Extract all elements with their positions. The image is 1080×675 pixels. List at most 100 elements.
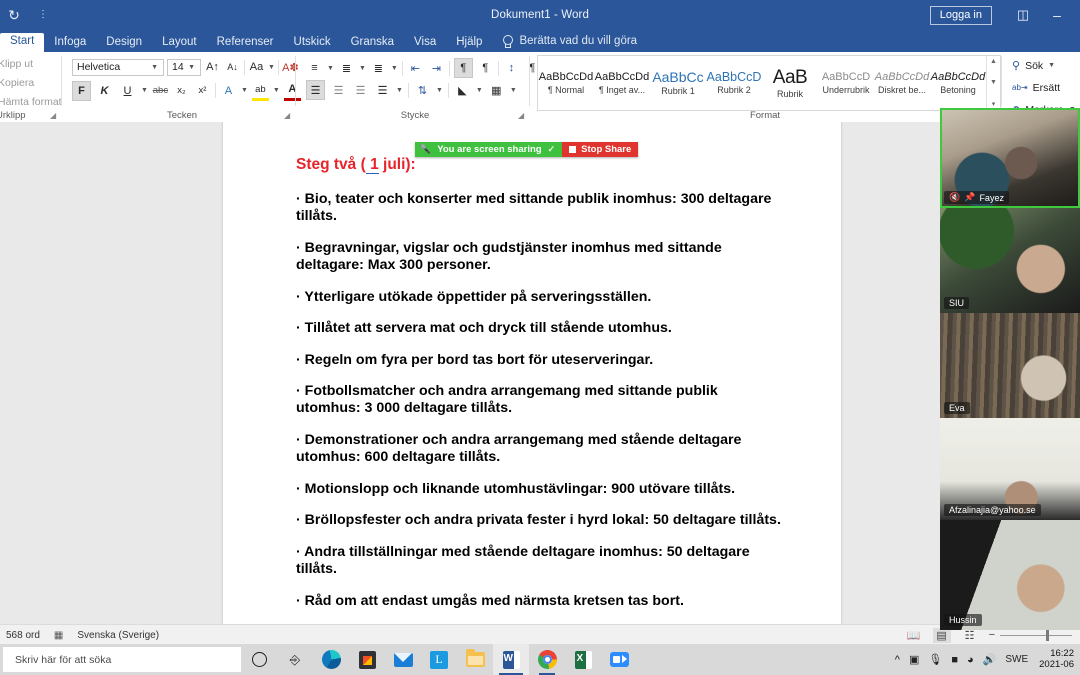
minimize-icon[interactable]: –: [1040, 0, 1074, 30]
video-tile-afzalinajia[interactable]: Afzalinajia@yahoo.se: [940, 418, 1080, 520]
decrease-indent-icon[interactable]: ⇤: [407, 59, 424, 77]
video-tile-siu[interactable]: SIU: [940, 208, 1080, 313]
chevron-down-icon[interactable]: ▼: [268, 64, 275, 71]
input-language-label[interactable]: SWE: [1005, 654, 1028, 665]
language-label[interactable]: Svenska (Sverige): [77, 630, 159, 641]
file-explorer-icon[interactable]: [457, 644, 493, 675]
microphone-icon[interactable]: 🎙: [928, 653, 942, 666]
shrink-font-icon[interactable]: A↓: [224, 58, 241, 76]
show-hidden-icons-chevron[interactable]: ^: [895, 654, 900, 666]
subscript-button[interactable]: x₂: [173, 82, 190, 100]
chevron-down-icon[interactable]: ▼: [241, 87, 248, 94]
text-effects-icon[interactable]: A: [220, 82, 237, 100]
text-highlight-icon[interactable]: ab: [251, 80, 269, 101]
tab-granska[interactable]: Granska: [341, 34, 404, 53]
bullets-icon[interactable]: ≡: [306, 59, 323, 77]
tab-infoga[interactable]: Infoga: [44, 34, 96, 53]
ribbon-display-options-icon[interactable]: ◫: [1006, 0, 1040, 30]
video-tile-eva[interactable]: Eva: [940, 313, 1080, 418]
find-button[interactable]: ⚲ Sök ▼: [1012, 57, 1076, 74]
video-tile-hussin[interactable]: Hussin: [940, 520, 1080, 630]
multilevel-list-icon[interactable]: ≣: [370, 59, 387, 77]
chevron-down-icon[interactable]: ▼: [141, 87, 148, 94]
zoom-out-button[interactable]: −: [989, 629, 995, 641]
document-area[interactable]: Steg två ( 1 juli): · Bio, teater och ko…: [0, 122, 1080, 624]
tab-utskick[interactable]: Utskick: [284, 34, 341, 53]
chevron-down-icon[interactable]: ▼: [436, 87, 443, 94]
proofing-errors-icon[interactable]: ▦: [54, 630, 63, 641]
excel-icon[interactable]: [565, 644, 601, 675]
video-tile-fayez[interactable]: 🔇 📌 Fayez: [940, 108, 1080, 208]
change-case-icon[interactable]: Aa: [248, 58, 265, 76]
style-normal[interactable]: AaBbCcDd ¶ Normal: [538, 56, 594, 110]
styles-gallery[interactable]: AaBbCcDd ¶ Normal AaBbCcDd ¶ Inget av...…: [537, 55, 1001, 111]
wifi-icon[interactable]: ◕: [967, 654, 974, 666]
justify-icon[interactable]: ☰: [374, 81, 391, 99]
zoom-icon[interactable]: [601, 644, 637, 675]
tab-visa[interactable]: Visa: [404, 34, 446, 53]
cortana-circle-icon[interactable]: [241, 644, 277, 675]
document-page[interactable]: Steg två ( 1 juli): · Bio, teater och ko…: [223, 122, 841, 624]
format-painter-button[interactable]: Hämta format: [0, 96, 62, 108]
font-dialog-launcher[interactable]: ◢: [284, 111, 293, 120]
clock[interactable]: 16:22 2021-06: [1037, 648, 1074, 671]
sign-in-button[interactable]: Logga in: [929, 5, 992, 25]
style-title[interactable]: AaB Rubrik: [762, 56, 818, 110]
style-emphasis[interactable]: AaBbCcDd Betoning: [930, 56, 986, 110]
styles-scroll-controls[interactable]: ▲ ▼ ▾: [986, 56, 1000, 110]
chevron-down-icon[interactable]: ▼: [1048, 62, 1055, 69]
zoom-thumb[interactable]: [1046, 629, 1049, 641]
tab-design[interactable]: Design: [96, 34, 152, 53]
style-heading-1[interactable]: AaBbCc Rubrik 1: [650, 56, 706, 110]
style-no-spacing[interactable]: AaBbCcDd ¶ Inget av...: [594, 56, 650, 110]
font-color-icon[interactable]: A: [283, 80, 301, 101]
word-icon[interactable]: [493, 644, 529, 675]
task-view-icon[interactable]: ⎆: [277, 644, 313, 675]
microsoft-store-icon[interactable]: [349, 644, 385, 675]
chevron-down-icon[interactable]: ▼: [510, 87, 517, 94]
styles-scroll-down-icon[interactable]: ▼: [987, 78, 1000, 87]
bold-button[interactable]: F: [72, 80, 91, 101]
align-center-icon[interactable]: ☰: [330, 81, 347, 99]
strikethrough-button[interactable]: abc: [152, 82, 169, 100]
document-body[interactable]: Steg två ( 1 juli): · Bio, teater och ko…: [296, 156, 786, 624]
clear-formatting-icon[interactable]: A✽: [282, 58, 299, 76]
replace-button[interactable]: ab⇥ Ersätt: [1012, 79, 1076, 96]
style-subtle-emphasis[interactable]: AaBbCcDd Diskret be...: [874, 56, 930, 110]
tab-start[interactable]: Start: [0, 32, 45, 52]
webcam-icon[interactable]: ▣: [909, 653, 919, 666]
search-input[interactable]: Skriv här för att söka: [3, 647, 241, 672]
increase-indent-icon[interactable]: ⇥: [428, 59, 445, 77]
align-left-icon[interactable]: ☰: [306, 80, 325, 100]
linkedin-app-icon[interactable]: L: [421, 644, 457, 675]
font-name-combobox[interactable]: Helvetica ▼: [72, 58, 164, 76]
tab-layout[interactable]: Layout: [152, 34, 207, 53]
chevron-down-icon[interactable]: ▼: [396, 87, 403, 94]
font-size-combobox[interactable]: 14 ▼: [167, 58, 201, 76]
chevron-down-icon[interactable]: ▼: [391, 65, 398, 72]
volume-icon[interactable]: 🔊: [983, 653, 997, 666]
chrome-icon[interactable]: [529, 644, 565, 675]
clipboard-dialog-launcher[interactable]: ◢: [50, 111, 59, 120]
grow-font-icon[interactable]: A↑: [204, 58, 221, 76]
sort-icon[interactable]: ↕: [503, 59, 520, 77]
battery-icon[interactable]: ■: [951, 654, 958, 666]
styles-scroll-up-icon[interactable]: ▲: [987, 57, 1000, 66]
read-mode-icon[interactable]: 📖: [905, 628, 923, 643]
italic-button[interactable]: K: [95, 81, 114, 101]
cut-button[interactable]: Klipp ut: [0, 58, 62, 70]
edge-icon[interactable]: [313, 644, 349, 675]
mail-icon[interactable]: [385, 644, 421, 675]
line-spacing-icon[interactable]: ⇅: [414, 81, 431, 99]
style-heading-2[interactable]: AaBbCcD Rubrik 2: [706, 56, 762, 110]
zoom-track[interactable]: [1000, 629, 1072, 641]
paragraph-dialog-launcher[interactable]: ◢: [518, 111, 527, 120]
superscript-button[interactable]: x²: [194, 82, 211, 100]
align-right-icon[interactable]: ☰: [352, 81, 369, 99]
chevron-down-icon[interactable]: ▼: [273, 87, 280, 94]
numbering-icon[interactable]: ≣: [338, 59, 355, 77]
chevron-down-icon[interactable]: ▼: [359, 65, 366, 72]
shading-icon[interactable]: ◣: [454, 81, 471, 99]
underline-button[interactable]: U: [118, 81, 137, 101]
copy-button[interactable]: Kopiera: [0, 77, 62, 89]
